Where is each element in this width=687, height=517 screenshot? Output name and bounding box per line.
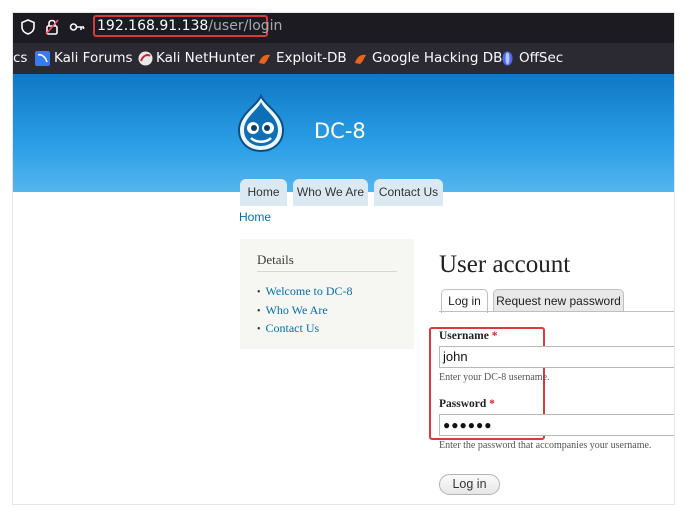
kali-forums-icon — [35, 51, 50, 66]
password-description: Enter the password that accompanies your… — [439, 440, 652, 451]
offsec-icon — [502, 51, 513, 66]
lock-warning-icon[interactable] — [43, 18, 61, 36]
bookmarks-bar: cs Kali Forums Kali NetHunter Exploit-DB… — [13, 43, 674, 74]
nav-tab-contact-us[interactable]: Contact Us — [374, 179, 443, 206]
password-input[interactable]: ●●●●●● — [439, 414, 674, 436]
browser-toolbar: 192.168.91.138/user/login — [13, 13, 674, 43]
username-description: Enter your DC-8 username. — [439, 372, 550, 383]
nav-tab-home[interactable]: Home — [240, 179, 287, 206]
tab-request-new-password[interactable]: Request new password — [493, 289, 624, 312]
url-path: /user/login — [208, 18, 283, 34]
page-title: User account — [439, 251, 571, 278]
log-in-button[interactable]: Log in — [439, 474, 500, 495]
tab-log-in[interactable]: Log in — [441, 289, 488, 313]
shield-icon[interactable] — [19, 18, 37, 36]
sidebar-links: Welcome to DC-8 Who We Are Contact Us — [257, 283, 353, 339]
username-input[interactable]: john — [439, 346, 674, 368]
bookmark-truncated[interactable]: cs — [13, 50, 27, 66]
sidebar-link-contact-us[interactable]: Contact Us — [257, 320, 353, 339]
screenshot: 192.168.91.138/user/login cs Kali Forums… — [13, 13, 674, 504]
key-icon[interactable] — [68, 18, 86, 36]
username-label: Username * — [439, 330, 497, 342]
sidebar-link-welcome[interactable]: Welcome to DC-8 — [257, 283, 353, 302]
bookmark-kali-forums[interactable]: Kali Forums — [54, 50, 133, 66]
bookmark-offsec[interactable]: OffSec — [519, 50, 563, 66]
sidebar-link-who-we-are[interactable]: Who We Are — [257, 302, 353, 321]
required-marker: * — [489, 398, 495, 410]
kali-nethunter-icon — [138, 51, 153, 66]
site-header: DC-8 Home Who We Are Contact Us — [13, 74, 674, 206]
password-label-text: Password — [439, 398, 487, 410]
bookmark-google-hacking-db[interactable]: Google Hacking DB — [372, 50, 502, 66]
site-name[interactable]: DC-8 — [314, 119, 366, 143]
sidebar-details: Details Welcome to DC-8 Who We Are Conta… — [240, 239, 414, 349]
required-marker: * — [491, 330, 498, 342]
exploit-db-icon — [259, 54, 270, 64]
ghdb-icon — [355, 54, 366, 64]
divider — [257, 271, 397, 272]
username-label-text: Username — [439, 330, 489, 342]
url-host: 192.168.91.138 — [97, 18, 209, 34]
url-field[interactable]: 192.168.91.138/user/login — [97, 17, 282, 35]
tabs-divider — [439, 311, 674, 312]
password-label: Password * — [439, 398, 495, 410]
sidebar-title: Details — [257, 252, 294, 267]
nav-tab-who-we-are[interactable]: Who We Are — [293, 179, 368, 206]
bookmark-exploit-db[interactable]: Exploit-DB — [276, 50, 347, 66]
drupal-logo-icon[interactable] — [235, 94, 287, 152]
breadcrumb-home[interactable]: Home — [239, 210, 271, 224]
bookmark-kali-nethunter[interactable]: Kali NetHunter — [156, 50, 255, 66]
